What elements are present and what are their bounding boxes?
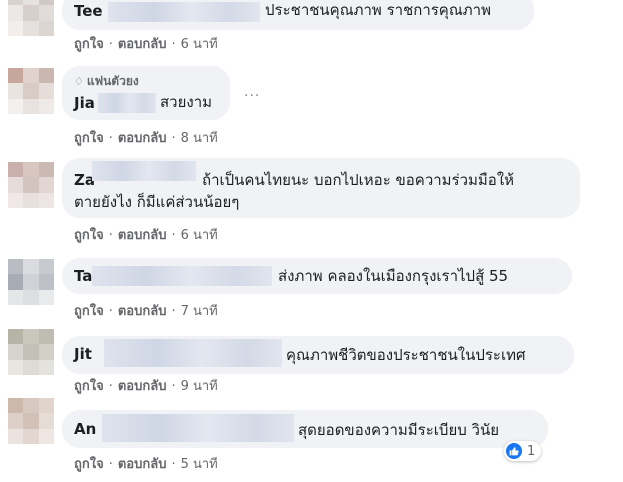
separator: · [108,457,113,472]
comment-bubble: Tee ประชาชนคุณภาพ ราชการคุณภาพ [62,0,534,30]
comment-timestamp[interactable]: 8 นาที [181,131,218,146]
comment-author[interactable]: Jia [74,94,95,112]
avatar[interactable] [8,329,54,375]
reply-link[interactable]: ตอบกลับ [118,457,167,472]
separator: · [171,379,176,394]
more-options-icon[interactable]: ··· [244,88,260,104]
like-link[interactable]: ถูกใจ [74,457,104,472]
comment-text: คุณภาพชีวิตของประชาชนในประเทศ [286,346,526,364]
avatar[interactable] [8,68,54,114]
comment-timestamp[interactable]: 5 นาที [181,457,218,472]
comment-bubble: Jit คุณภาพชีวิตของประชาชนในประเทศ [62,336,574,374]
like-link[interactable]: ถูกใจ [74,304,104,319]
redacted-name [102,414,294,442]
comment-author[interactable]: Ta [74,267,92,285]
comment-bubble: Ta ส่งภาพ คลองในเมืองกรุงเราไปสู้ 55 [62,258,572,294]
like-link[interactable]: ถูกใจ [74,131,104,146]
comment-actions: ถูกใจ · ตอบกลับ · 7 นาที [74,300,218,321]
separator: · [171,131,176,146]
comment-author[interactable]: Jit [74,345,92,363]
separator: · [108,131,113,146]
reaction-count: 1 [527,443,536,459]
separator: · [171,228,176,243]
comment-actions: ถูกใจ · ตอบกลับ · 9 นาที [74,375,218,396]
comment-text-line-2: ตายยังไง ก็มีแค่ส่วนน้อยๆ [74,193,240,211]
redacted-name [98,93,156,113]
reply-link[interactable]: ตอบกลับ [118,228,167,243]
like-link[interactable]: ถูกใจ [74,379,104,394]
comment-text: สวยงาม [160,93,213,111]
like-link[interactable]: ถูกใจ [74,37,104,52]
avatar[interactable] [8,0,54,36]
redacted-name [104,339,282,367]
avatar[interactable] [8,259,54,305]
comment-text: ประชาชนคุณภาพ ราชการคุณภาพ [265,1,491,19]
diamond-icon: ♢ [74,75,84,88]
badge-label: แฟนตัวยง [86,74,139,88]
comment-bubble: ♢ แฟนตัวยง Jia สวยงาม [62,66,230,120]
comment-author[interactable]: Tee [74,2,103,20]
comment-actions: ถูกใจ · ตอบกลับ · 5 นาที [74,453,218,474]
separator: · [171,304,176,319]
reply-link[interactable]: ตอบกลับ [118,37,167,52]
comment-timestamp[interactable]: 7 นาที [181,304,218,319]
comment-timestamp[interactable]: 6 นาที [181,37,218,52]
reply-link[interactable]: ตอบกลับ [118,379,167,394]
comment-actions: ถูกใจ · ตอบกลับ · 6 นาที [74,33,218,54]
reply-link[interactable]: ตอบกลับ [118,131,167,146]
redacted-name [108,2,260,22]
comment-text: ส่งภาพ คลองในเมืองกรุงเราไปสู้ 55 [278,267,509,285]
reaction-count-pill[interactable]: 1 [504,441,542,461]
comment-actions: ถูกใจ · ตอบกลับ · 6 นาที [74,224,218,245]
comment-author[interactable]: An [74,420,96,438]
top-fan-badge: ♢ แฟนตัวยง [74,72,139,91]
separator: · [108,37,113,52]
comment-text-line-1: ถ้าเป็นคนไทยนะ บอกไปเหอะ ขอความร่วมมือให… [202,171,515,189]
separator: · [108,228,113,243]
separator: · [108,304,113,319]
comment-timestamp[interactable]: 9 นาที [181,379,218,394]
comment-timestamp[interactable]: 6 นาที [181,228,218,243]
separator: · [171,37,176,52]
separator: · [171,457,176,472]
reply-link[interactable]: ตอบกลับ [118,304,167,319]
redacted-name [92,161,196,181]
comment-text: สุดยอดของความมีระเบียบ วินัย [298,421,499,439]
avatar[interactable] [8,162,54,208]
avatar[interactable] [8,398,54,444]
like-link[interactable]: ถูกใจ [74,228,104,243]
like-reaction-icon [506,443,522,459]
comment-bubble: Za ถ้าเป็นคนไทยนะ บอกไปเหอะ ขอความร่วมมื… [62,158,580,218]
separator: · [108,379,113,394]
redacted-name [92,266,272,286]
comment-bubble: An สุดยอดของความมีระเบียบ วินัย [62,410,548,448]
comment-actions: ถูกใจ · ตอบกลับ · 8 นาที [74,127,218,148]
